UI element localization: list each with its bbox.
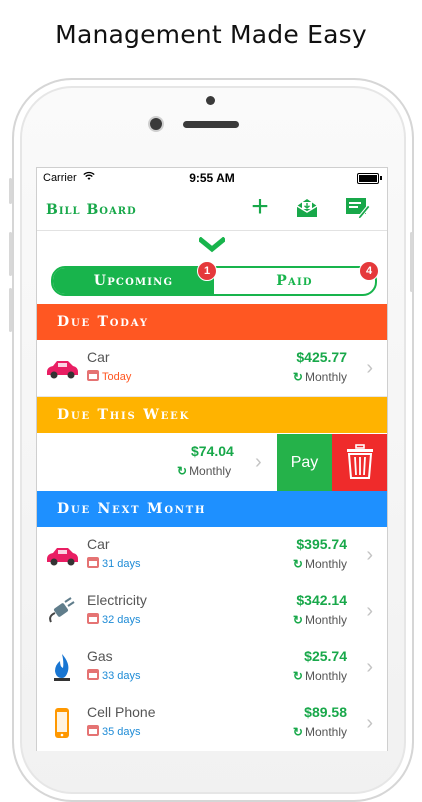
chevron-right-icon: › [366, 600, 373, 622]
bill-name: Electricity [87, 592, 147, 608]
app-title: Bill Board [46, 202, 137, 218]
battery-icon [357, 173, 379, 184]
volume-up-button [9, 232, 12, 276]
bill-frequency: ↻ Monthly [293, 725, 347, 739]
bill-amount: $25.74 [304, 648, 347, 664]
bill-due: 32 days [87, 613, 141, 626]
bill-frequency: ↻ Monthly [177, 464, 231, 478]
collapse-toggle[interactable] [37, 231, 387, 257]
calendar-icon [87, 725, 99, 736]
repeat-icon: ↻ [177, 464, 188, 478]
car-icon [47, 361, 78, 379]
bill-due-text: Today [102, 371, 132, 383]
bill-frequency-text: Monthly [304, 557, 347, 571]
tab-upcoming[interactable]: Upcoming [53, 268, 214, 294]
plug-icon [49, 597, 75, 623]
marketing-headline: Management Made Easy [55, 20, 367, 49]
front-camera [150, 118, 162, 130]
status-time: 9:55 AM [189, 171, 235, 185]
bill-frequency: ↻ Monthly [293, 613, 347, 627]
phone-icon [55, 708, 69, 738]
chevron-right-icon: › [366, 357, 373, 379]
bill-name: Cell Phone [87, 704, 156, 720]
bill-frequency-text: Monthly [304, 725, 347, 739]
repeat-icon: ↻ [292, 669, 303, 683]
bill-row-week-swiped[interactable]: $74.04 ↻ Monthly › Pay [37, 434, 387, 492]
pay-button[interactable]: Pay [277, 434, 332, 491]
delete-button[interactable] [332, 434, 387, 491]
app-screen: Carrier 9:55 AM Bill Board + Upcoming Pa… [36, 167, 388, 751]
bill-frequency: ↻ Monthly [293, 370, 347, 384]
bill-due-text: 35 days [102, 726, 141, 738]
chevron-down-icon[interactable] [199, 237, 225, 253]
bill-frequency: ↻ Monthly [293, 557, 347, 571]
section-due-next-month: Due Next Month [37, 491, 387, 527]
section-due-today: Due Today [37, 304, 387, 340]
bill-row-month-electricity[interactable]: Electricity 32 days $342.14 ↻ Monthly › [37, 583, 387, 640]
volume-down-button [9, 288, 12, 332]
repeat-icon: ↻ [292, 725, 303, 739]
paid-count-badge: 4 [359, 261, 379, 281]
repeat-icon: ↻ [292, 557, 303, 571]
bill-name: Car [87, 349, 110, 365]
bill-due: 33 days [87, 669, 141, 682]
bill-name: Car [87, 536, 110, 552]
chevron-right-icon: › [366, 544, 373, 566]
calendar-icon [87, 557, 99, 568]
bill-amount: $395.74 [296, 536, 347, 552]
gas-flame-icon [54, 654, 70, 681]
calendar-icon [87, 370, 99, 381]
bill-amount: $342.14 [296, 592, 347, 608]
car-icon [47, 548, 78, 566]
bill-frequency-text: Monthly [304, 669, 347, 683]
bill-due-text: 33 days [102, 670, 141, 682]
calendar-icon [87, 669, 99, 680]
bill-due-text: 31 days [102, 558, 141, 570]
bill-frequency-text: Monthly [304, 613, 347, 627]
repeat-icon: ↻ [292, 613, 303, 627]
power-button [410, 232, 413, 292]
status-bar: Carrier 9:55 AM [37, 168, 387, 188]
bill-due-text: 32 days [102, 614, 141, 626]
bill-row-month-car[interactable]: Car 31 days $395.74 ↻ Monthly › [37, 527, 387, 584]
battery-tip [380, 176, 382, 180]
plus-icon[interactable]: + [247, 192, 273, 222]
repeat-icon: ↻ [292, 370, 303, 384]
bill-name: Gas [87, 648, 113, 664]
bill-frequency-text: Monthly [189, 464, 232, 478]
bill-due: 31 days [87, 557, 141, 570]
chevron-right-icon: › [255, 451, 262, 473]
bill-amount: $89.58 [304, 704, 347, 720]
bill-frequency-text: Monthly [304, 370, 347, 384]
tab-paid[interactable]: Paid [214, 268, 375, 294]
bill-row-month-cell-phone[interactable]: Cell Phone 35 days $89.58 ↻ Monthly › [37, 695, 387, 751]
nav-bar: Bill Board + [37, 188, 387, 231]
edit-icon[interactable] [345, 196, 371, 222]
chevron-right-icon: › [366, 712, 373, 734]
earpiece-speaker [183, 121, 239, 128]
side-switch [9, 178, 12, 204]
trash-icon [347, 444, 373, 479]
bill-row-today-car[interactable]: Car Today $425.77 ↻ Monthly › [37, 340, 387, 397]
segmented-control: Upcoming Paid 1 4 [51, 261, 379, 296]
proximity-sensor [206, 96, 215, 105]
bill-due: 35 days [87, 725, 141, 738]
bill-amount: $425.77 [296, 349, 347, 365]
mail-icon[interactable] [295, 196, 321, 222]
bill-row-month-gas[interactable]: Gas 33 days $25.74 ↻ Monthly › [37, 639, 387, 696]
section-due-this-week: Due This Week [37, 397, 387, 433]
bill-frequency: ↻ Monthly [293, 669, 347, 683]
calendar-icon [87, 613, 99, 624]
bill-due: Today [87, 370, 131, 383]
chevron-right-icon: › [366, 656, 373, 678]
bill-amount: $74.04 [191, 443, 234, 459]
upcoming-count-badge: 1 [197, 261, 217, 281]
